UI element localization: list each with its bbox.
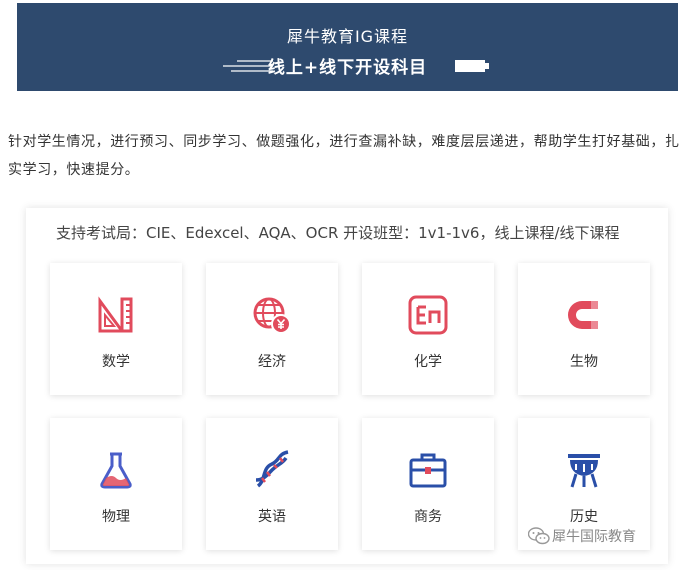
subject-card-math[interactable]: 数学 (50, 263, 182, 395)
header-banner: 犀牛教育IG课程 线上+线下开设科目 (17, 3, 678, 91)
subject-label: 历史 (570, 509, 598, 525)
globe-yen-icon (253, 297, 291, 334)
wechat-icon (528, 527, 550, 545)
subject-label: 经济 (258, 354, 286, 370)
subject-card-physics[interactable]: 物理 (50, 418, 182, 550)
watermark-text: 犀牛国际教育 (552, 529, 636, 545)
decorative-lines-right-icon (455, 60, 489, 72)
briefcase-icon (409, 453, 447, 488)
banner-subtitle: 线上+线下开设科目 (267, 58, 428, 78)
subject-card-english[interactable]: 英语 (206, 418, 338, 550)
bronze-vessel-icon (568, 454, 600, 488)
intro-paragraph: 针对学生情况，进行预习、同步学习、做题强化，进行查漏补缺，难度层层递进，帮助学生… (8, 134, 680, 178)
subject-label: 商务 (414, 509, 442, 525)
banner-title: 犀牛教育IG课程 (286, 27, 409, 46)
subject-label: 英语 (258, 509, 286, 525)
subject-label: 物理 (102, 509, 130, 525)
subject-label: 数学 (102, 354, 130, 370)
magnet-icon (568, 301, 598, 329)
subject-label: 生物 (570, 354, 598, 370)
flask-icon (100, 452, 132, 489)
ruler-triangle-icon (98, 296, 133, 333)
dna-icon (255, 450, 289, 488)
watermark: 犀牛国际教育 (528, 524, 636, 548)
subjects-panel: 支持考试局：CIE、Edexcel、AQA、OCR 开设班型：1v1-1v6，线… (26, 208, 668, 564)
subject-card-biology[interactable]: 生物 (518, 263, 650, 395)
subject-card-business[interactable]: 商务 (362, 418, 494, 550)
subject-label: 化学 (414, 354, 442, 370)
subject-card-chemistry[interactable]: 化学 (362, 263, 494, 395)
subject-card-economics[interactable]: 经济 (206, 263, 338, 395)
exam-boards-info: 支持考试局：CIE、Edexcel、AQA、OCR 开设班型：1v1-1v6，线… (56, 224, 620, 242)
en-element-icon (408, 295, 448, 335)
